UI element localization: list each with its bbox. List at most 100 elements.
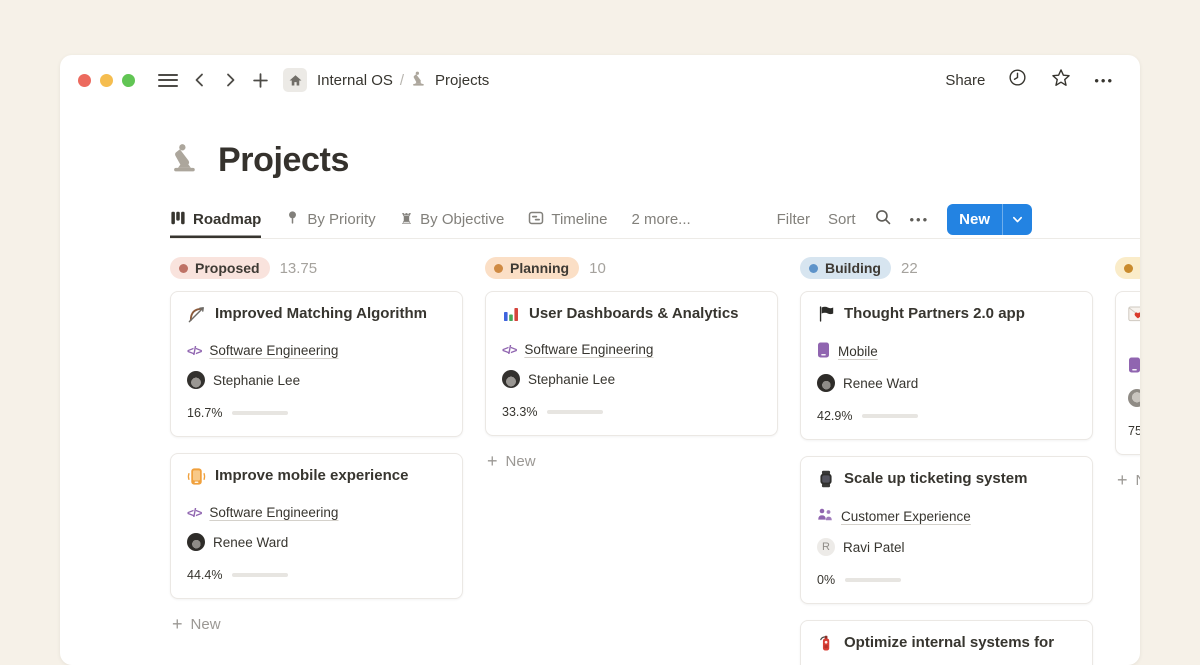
card-title-text: User Dashboards & Analytics [529, 304, 739, 324]
rook-icon: ♜ [400, 212, 413, 227]
new-button[interactable]: New [947, 204, 1032, 235]
add-card-button[interactable]: + New [170, 615, 463, 633]
card-scale-up-ticketing-system[interactable]: Scale up ticketing system Customer Exper… [800, 456, 1093, 604]
card-team-tag[interactable] [1128, 357, 1140, 376]
code-icon: </> [502, 343, 516, 357]
minimize-window-button[interactable] [100, 74, 113, 87]
new-page-plus-icon[interactable] [252, 72, 269, 89]
love-letter-icon [1128, 305, 1140, 328]
column-count: 10 [589, 260, 606, 277]
card-person[interactable]: Stephanie Lee [187, 371, 446, 389]
black-flag-icon [817, 305, 835, 329]
share-button[interactable]: Share [945, 72, 985, 89]
progress-label: 16.7% [187, 406, 222, 420]
column-planning: Planning 10 User Dashboards & Analytics [485, 255, 778, 470]
favorite-star-icon[interactable] [1050, 67, 1072, 94]
status-dot [1124, 264, 1133, 273]
column-count: 22 [901, 260, 918, 277]
card-progress: 44.4% [187, 566, 446, 584]
titlebar: Internal OS / Projects Share [60, 55, 1140, 105]
bow-and-arrow-icon [187, 305, 206, 330]
card-user-dashboards-analytics[interactable]: User Dashboards & Analytics </> Software… [485, 291, 778, 436]
card-person[interactable] [1128, 389, 1140, 407]
code-icon: </> [187, 344, 201, 358]
card-team-tag[interactable]: Customer Experience [817, 507, 1076, 525]
status-dot [809, 264, 818, 273]
tag-label[interactable]: Software Engineering [209, 343, 338, 358]
sidebar-toggle-icon[interactable] [158, 74, 178, 87]
pin-icon [285, 210, 300, 229]
tab-roadmap[interactable]: Roadmap [170, 201, 261, 238]
view-tabs-bar: Roadmap By Priority ♜ By Objective Tim [170, 201, 1140, 239]
view-options-icon[interactable]: ••• [910, 212, 930, 227]
add-card-label: New [506, 453, 536, 470]
new-button-label[interactable]: New [947, 211, 1002, 228]
tag-label[interactable]: Software Engineering [524, 342, 653, 357]
card-person[interactable]: Renee Ward [817, 374, 1076, 392]
tab-more-views[interactable]: 2 more... [631, 201, 690, 238]
column-header[interactable]: T [1115, 255, 1140, 281]
timeline-icon [528, 210, 544, 230]
page-title: Projects [218, 141, 349, 180]
card-team-tag[interactable]: </> Software Engineering [502, 342, 761, 357]
column-header[interactable]: Planning 10 [485, 255, 778, 281]
add-card-button[interactable]: + New [485, 452, 778, 470]
more-options-icon[interactable]: ••• [1094, 73, 1114, 88]
card-team-tag[interactable]: </> Software Engineering [187, 343, 446, 358]
status-label: Proposed [195, 260, 260, 276]
bar-chart-icon [502, 305, 520, 329]
tab-by-objective[interactable]: ♜ By Objective [400, 201, 505, 238]
avatar [187, 371, 205, 389]
add-card-button[interactable]: + New [1115, 471, 1140, 489]
forward-icon[interactable] [222, 72, 238, 88]
board-toolbar: Filter Sort ••• New [777, 204, 1032, 235]
column-proposed: Proposed 13.75 Improved Matching Algorit… [170, 255, 463, 633]
card-progress: 16.7% [187, 404, 446, 422]
search-icon[interactable] [874, 208, 892, 231]
breadcrumb-current[interactable]: Projects [435, 72, 489, 89]
status-dot [179, 264, 188, 273]
back-icon[interactable] [192, 72, 208, 88]
tag-label[interactable]: Customer Experience [841, 509, 971, 524]
tab-timeline[interactable]: Timeline [528, 201, 607, 238]
close-window-button[interactable] [78, 74, 91, 87]
person-name: Renee Ward [843, 376, 918, 391]
breadcrumb-root[interactable]: Internal OS [317, 72, 393, 89]
card-person[interactable]: Stephanie Lee [502, 370, 761, 388]
person-name: Stephanie Lee [213, 373, 300, 388]
sort-button[interactable]: Sort [828, 211, 856, 228]
page-microscope-icon[interactable] [170, 141, 203, 179]
people-icon [817, 507, 833, 525]
card-progress: 0% [817, 571, 1076, 589]
card-team-tag[interactable]: Mobile [817, 342, 1076, 361]
tab-by-priority[interactable]: By Priority [285, 201, 375, 238]
card-person[interactable]: R Ravi Patel [817, 538, 1076, 556]
card-optimize-internal-systems[interactable]: Optimize internal systems for [800, 620, 1093, 665]
mobile-purple-icon [1128, 357, 1140, 376]
column-building: Building 22 Thought Partners 2.0 app [800, 255, 1093, 665]
tag-label[interactable]: Software Engineering [209, 505, 338, 520]
card-clipped[interactable]: 75% [1115, 291, 1140, 455]
kanban-board: Proposed 13.75 Improved Matching Algorit… [60, 239, 1140, 665]
zoom-window-button[interactable] [122, 74, 135, 87]
progress-bar [862, 414, 918, 419]
card-improved-matching-algorithm[interactable]: Improved Matching Algorithm </> Software… [170, 291, 463, 437]
card-team-tag[interactable]: </> Software Engineering [187, 505, 446, 520]
card-person[interactable]: Renee Ward [187, 533, 446, 551]
plus-icon: + [487, 452, 498, 470]
plus-icon: + [1117, 471, 1128, 489]
page-header: Projects [60, 139, 1140, 181]
card-improve-mobile-experience[interactable]: Improve mobile experience </> Software E… [170, 453, 463, 599]
updates-clock-icon[interactable] [1007, 67, 1028, 93]
card-title-text: Scale up ticketing system [844, 469, 1027, 489]
filter-button[interactable]: Filter [777, 211, 810, 228]
avatar-initial: R [817, 538, 835, 556]
tag-label[interactable]: Mobile [838, 344, 878, 359]
chevron-down-icon[interactable] [1003, 214, 1032, 225]
card-thought-partners-app[interactable]: Thought Partners 2.0 app Mobile Renee Wa… [800, 291, 1093, 440]
card-title-text: Improved Matching Algorithm [215, 304, 427, 324]
column-header[interactable]: Proposed 13.75 [170, 255, 463, 281]
column-header[interactable]: Building 22 [800, 255, 1093, 281]
home-icon[interactable] [283, 68, 307, 92]
person-name: Renee Ward [213, 535, 288, 550]
